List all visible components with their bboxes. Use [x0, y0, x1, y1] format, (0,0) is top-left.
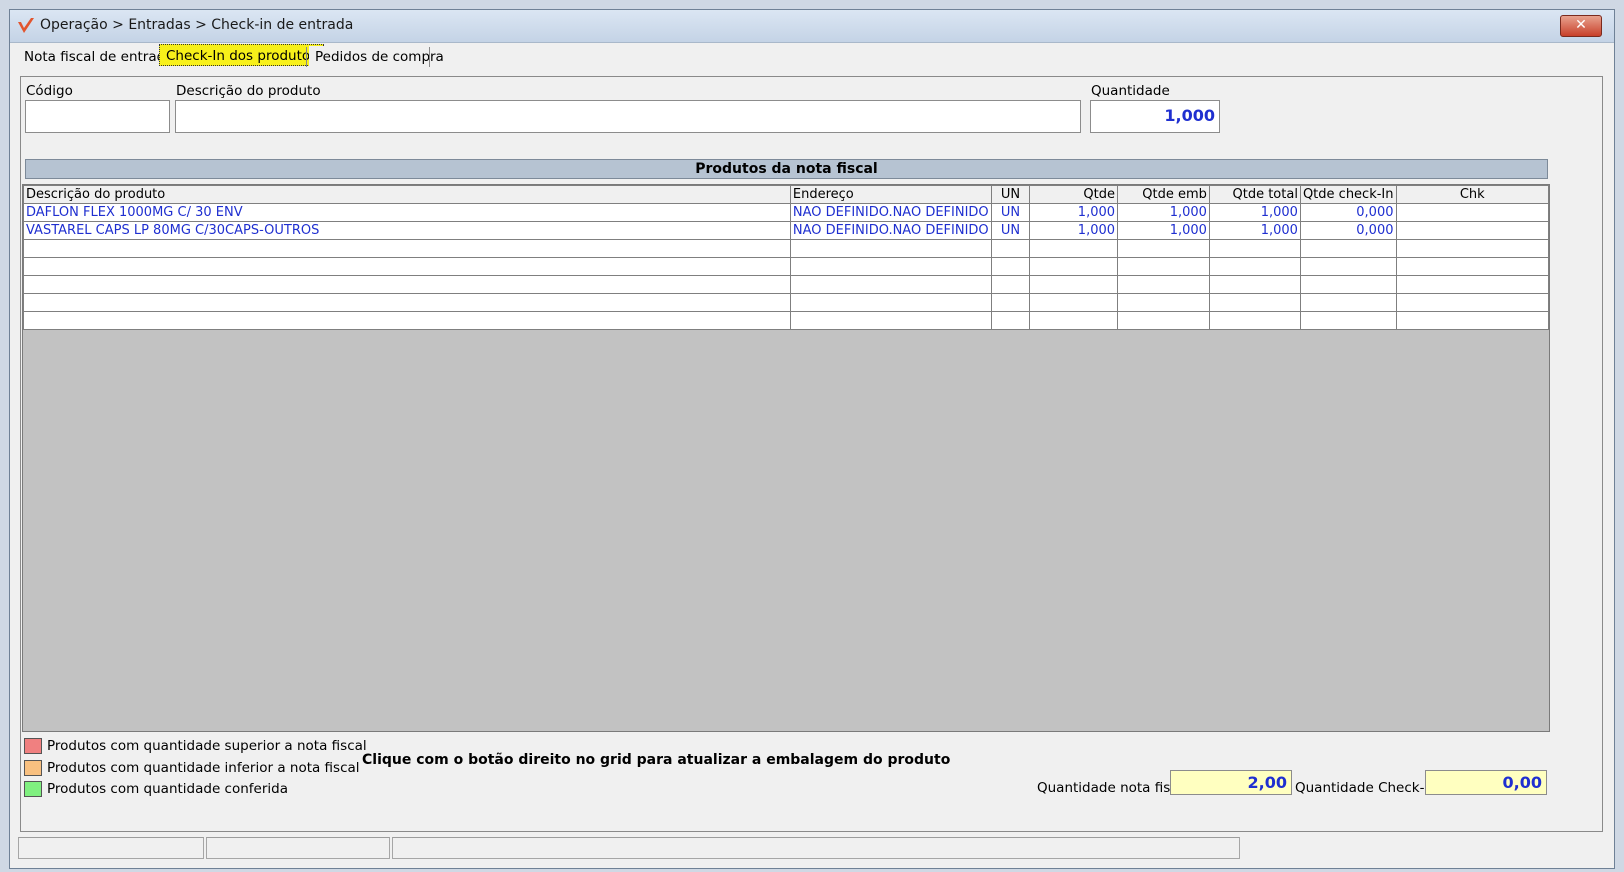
column-header-descricao[interactable]: Descrição do produto	[23, 185, 791, 204]
table-row[interactable]: DAFLON FLEX 1000MG C/ 30 ENV NAO DEFINID…	[23, 203, 1549, 222]
table-row[interactable]: VASTAREL CAPS LP 80MG C/30CAPS-OUTROS NA…	[23, 221, 1549, 240]
code-label: Código	[26, 83, 73, 99]
cell-qtde-check-in: 0,000	[1299, 203, 1397, 222]
title-bar: Operação > Entradas > Check-in de entrad…	[10, 10, 1614, 43]
cell-qtde: 1,000	[1029, 221, 1119, 240]
cell-qtde-total: 1,000	[1208, 221, 1301, 240]
cell-chk[interactable]	[1395, 221, 1549, 240]
column-header-qtde[interactable]: Qtde	[1029, 185, 1119, 204]
legend-label-conferida: Produtos com quantidade conferida	[47, 781, 288, 797]
legend-label-inferior: Produtos com quantidade inferior a nota …	[47, 760, 360, 776]
invoice-qty-field: 2,00	[1170, 770, 1292, 795]
empty-table-row[interactable]	[23, 275, 1549, 294]
quantity-label: Quantidade	[1091, 83, 1170, 99]
app-logo-icon	[18, 18, 34, 33]
checkin-qty-field: 0,00	[1425, 770, 1547, 795]
close-button[interactable]: ✕	[1560, 15, 1602, 37]
window-title: Operação > Entradas > Check-in de entrad…	[40, 17, 354, 33]
tab-check-in-dos-produtos[interactable]: Check-In dos produtos	[159, 44, 325, 66]
cell-qtde-check-in: 0,000	[1299, 221, 1397, 240]
description-field[interactable]	[175, 100, 1081, 133]
check-in-panel: Código Descrição do produto Quantidade 1…	[20, 76, 1603, 832]
table-header-row: Descrição do produto Endereço UN Qtde Qt…	[23, 185, 1549, 204]
column-header-endereco[interactable]: Endereço	[789, 185, 992, 204]
cell-descricao: DAFLON FLEX 1000MG C/ 30 ENV	[23, 203, 791, 222]
tab-separator	[306, 47, 307, 67]
code-field[interactable]	[25, 100, 170, 133]
cell-qtde-emb: 1,000	[1117, 203, 1210, 222]
products-grid[interactable]: Descrição do produto Endereço UN Qtde Qt…	[22, 184, 1550, 732]
cell-un: UN	[990, 221, 1031, 240]
cell-descricao: VASTAREL CAPS LP 80MG C/30CAPS-OUTROS	[23, 221, 791, 240]
status-panel-1	[18, 837, 204, 859]
cell-endereco: NAO DEFINIDO.NAO DEFINIDO	[789, 203, 992, 222]
empty-table-row[interactable]	[23, 257, 1549, 276]
column-header-qtde-check-in[interactable]: Qtde check-In	[1299, 185, 1397, 204]
grid-title: Produtos da nota fiscal	[25, 159, 1548, 179]
cell-qtde: 1,000	[1029, 203, 1119, 222]
column-header-un[interactable]: UN	[990, 185, 1031, 204]
legend-color-superior	[24, 738, 42, 754]
status-panel-2	[206, 837, 390, 859]
legend-color-inferior	[24, 760, 42, 776]
empty-table-row[interactable]	[23, 311, 1549, 330]
empty-table-row[interactable]	[23, 293, 1549, 312]
tab-nota-fiscal-de-entrada[interactable]: Nota fiscal de entrada	[18, 46, 180, 68]
column-header-qtde-emb[interactable]: Qtde emb	[1117, 185, 1210, 204]
status-panel-3	[392, 837, 1240, 859]
cell-qtde-emb: 1,000	[1117, 221, 1210, 240]
grid-hint-text: Clique com o botão direito no grid para …	[362, 752, 951, 768]
cell-un: UN	[990, 203, 1031, 222]
tab-separator	[429, 47, 430, 67]
tab-bar: Nota fiscal de entrada Check-In dos prod…	[15, 43, 1614, 71]
description-label: Descrição do produto	[176, 83, 321, 99]
main-window: Operação > Entradas > Check-in de entrad…	[9, 9, 1615, 869]
quantity-field[interactable]: 1,000	[1090, 100, 1220, 133]
empty-table-row[interactable]	[23, 239, 1549, 258]
cell-chk[interactable]	[1395, 203, 1549, 222]
checkin-qty-label: Quantidade Check-In:	[1295, 780, 1442, 796]
legend-label-superior: Produtos com quantidade superior a nota …	[47, 738, 367, 754]
legend-color-conferida	[24, 781, 42, 797]
cell-endereco: NAO DEFINIDO.NAO DEFINIDO	[789, 221, 992, 240]
column-header-chk[interactable]: Chk	[1395, 185, 1549, 204]
cell-qtde-total: 1,000	[1208, 203, 1301, 222]
products-table: Descrição do produto Endereço UN Qtde Qt…	[23, 185, 1549, 330]
column-header-qtde-total[interactable]: Qtde total	[1208, 185, 1301, 204]
